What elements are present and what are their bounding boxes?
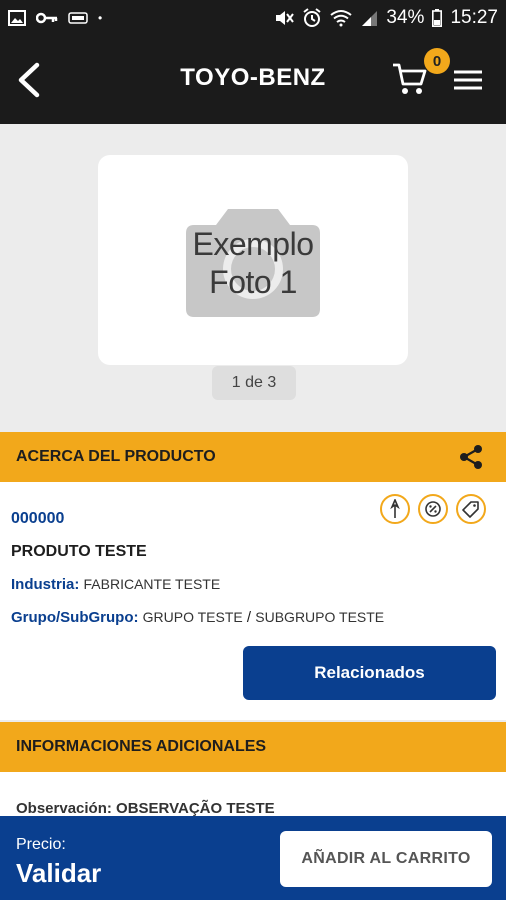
dot-icon: • bbox=[98, 11, 103, 25]
add-to-cart-button[interactable]: AÑADIR AL CARRITO bbox=[280, 831, 492, 887]
observation-row: Observación: OBSERVAÇÃO TESTE bbox=[16, 800, 275, 817]
cart-icon bbox=[393, 63, 427, 94]
share-icon[interactable] bbox=[458, 444, 484, 470]
wifi-icon bbox=[330, 10, 353, 27]
industry-label: Industria: bbox=[11, 576, 80, 593]
extra-info-section-header: INFORMACIONES ADICIONALES bbox=[0, 722, 506, 772]
battery-text: 34% bbox=[386, 7, 425, 28]
gallery-icon bbox=[8, 10, 26, 26]
battery-icon bbox=[432, 9, 443, 27]
related-products-button[interactable]: Relacionados bbox=[243, 646, 496, 700]
extra-info-section-title: INFORMACIONES ADICIONALES bbox=[16, 738, 267, 755]
product-code: 000000 bbox=[11, 510, 65, 527]
signal-icon bbox=[362, 11, 378, 26]
extra-info-section-body: Observación: OBSERVAÇÃO TESTE bbox=[0, 772, 506, 822]
price-value: Validar bbox=[16, 858, 102, 888]
observation-value: OBSERVAÇÃO TESTE bbox=[116, 800, 275, 817]
vpn-icon bbox=[68, 12, 88, 24]
group-value: GRUPO TESTE bbox=[142, 609, 243, 625]
key-icon bbox=[36, 12, 58, 24]
photo-pager: 1 de 3 bbox=[212, 366, 296, 400]
app-bar: TOYO-BENZ 0 bbox=[0, 36, 506, 124]
industry-value: FABRICANTE TESTE bbox=[83, 576, 221, 592]
alarm-icon bbox=[303, 8, 322, 27]
price-label: Precio: bbox=[16, 836, 66, 853]
menu-button[interactable] bbox=[452, 68, 484, 96]
observation-label: Observación: bbox=[16, 800, 112, 817]
product-badges bbox=[380, 494, 486, 524]
status-bar: • 34% 15:27 bbox=[0, 0, 506, 36]
pin-badge-icon[interactable] bbox=[380, 494, 410, 524]
photo-caption: Exemplo Foto 1 bbox=[98, 225, 408, 301]
cart-count-badge: 0 bbox=[424, 48, 450, 74]
mute-icon bbox=[276, 11, 295, 25]
subgroup-value: SUBGRUPO TESTE bbox=[255, 609, 385, 625]
group-separator: / bbox=[246, 609, 252, 626]
hamburger-menu-icon bbox=[454, 70, 482, 90]
industry-row: Industria: FABRICANTE TESTE bbox=[11, 576, 220, 593]
photo-caption-line1: Exemplo bbox=[192, 226, 315, 262]
product-photo[interactable]: Exemplo Foto 1 bbox=[98, 155, 408, 365]
percent-badge-icon[interactable] bbox=[418, 494, 448, 524]
photo-caption-line2: Foto 1 bbox=[209, 264, 297, 300]
price-footer: Precio: Validar AÑADIR AL CARRITO bbox=[0, 816, 506, 900]
group-row: Grupo/SubGrupo: GRUPO TESTE / SUBGRUPO T… bbox=[11, 609, 384, 626]
about-section-body: 000000 PRODUTO TESTE Industria: FABRICAN… bbox=[0, 482, 506, 720]
tag-badge-icon[interactable] bbox=[456, 494, 486, 524]
product-name: PRODUTO TESTE bbox=[11, 543, 147, 560]
group-label: Grupo/SubGrupo: bbox=[11, 609, 139, 626]
clock-text: 15:27 bbox=[450, 7, 498, 28]
about-section-header: ACERCA DEL PRODUCTO bbox=[0, 432, 506, 482]
about-section-title: ACERCA DEL PRODUCTO bbox=[16, 448, 216, 465]
